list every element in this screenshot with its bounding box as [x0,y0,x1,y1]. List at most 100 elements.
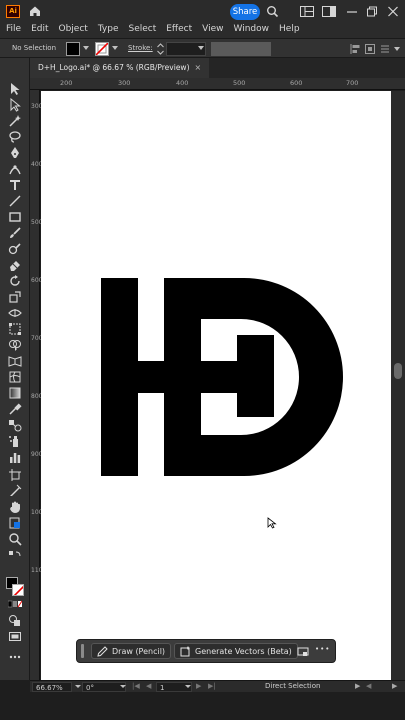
line-segment-tool-icon[interactable] [8,194,22,208]
curvature-tool-icon[interactable] [8,162,22,176]
tools-panel [0,58,30,680]
pen-tool-icon[interactable] [8,146,22,160]
gradient-tool-icon[interactable] [8,386,22,400]
menu-effect[interactable]: Effect [161,22,197,36]
status-menu-arrow-icon[interactable]: ▶ [355,682,360,690]
magic-wand-tool-icon[interactable] [8,114,22,128]
workspace-switcher-icon[interactable] [322,6,336,17]
shaper-tool-icon[interactable] [8,242,22,256]
menu-help[interactable]: Help [274,22,305,36]
vertical-ruler[interactable]: 300 400 500 600 700 800 900 1000 1100 [30,90,47,680]
selection-status: No Selection [12,44,57,52]
lasso-tool-icon[interactable] [8,130,22,144]
arrange-documents-icon[interactable] [300,6,314,17]
document-tab[interactable]: D+H_Logo.ai* @ 66.67 % (RGB/Preview) × [30,58,210,78]
eyedropper-tool-icon[interactable] [8,402,22,416]
canvas[interactable] [41,91,391,680]
stroke-weight-stepper-icon[interactable] [156,42,165,56]
pin-task-bar-icon[interactable] [297,646,309,658]
scrollbar-thumb[interactable] [394,363,402,379]
tab-close-icon[interactable]: × [195,63,202,72]
stroke-color-indicator[interactable] [12,584,24,596]
no-stroke-icon [96,43,108,55]
ruler-tick: 1000 [31,509,47,516]
share-button[interactable]: Share [230,4,260,20]
menu-select[interactable]: Select [123,22,161,36]
menu-object[interactable]: Object [54,22,93,36]
minimize-icon[interactable] [346,6,358,17]
shape-builder-tool-icon[interactable] [8,338,22,352]
color-mode-buttons-icon[interactable] [7,600,23,608]
horizontal-ruler[interactable]: 200 300 400 500 600 700 [30,78,405,90]
column-graph-tool-icon[interactable] [8,450,22,464]
draw-pencil-button[interactable]: Draw (Pencil) [91,643,172,659]
graphic-style-field[interactable] [211,42,271,56]
menu-view[interactable]: View [197,22,228,36]
screen-mode-icon[interactable] [8,630,22,644]
eraser-tool-icon[interactable] [8,258,22,272]
vertical-scrollbar[interactable] [391,91,405,680]
edit-toolbar-icon[interactable] [8,650,22,664]
menu-window[interactable]: Window [229,22,275,36]
align-icon[interactable] [350,43,362,55]
generate-vectors-button[interactable]: Generate Vectors (Beta) [174,643,298,659]
free-transform-tool-icon[interactable] [8,322,22,336]
stroke-color-swatch[interactable] [95,42,109,56]
hand-tool-icon[interactable] [8,500,22,514]
artboard-dropdown-icon[interactable] [185,685,191,688]
scroll-right-icon[interactable]: ▶ [392,682,397,690]
menu-file[interactable]: File [0,22,26,36]
slice-tool-icon[interactable] [8,484,22,498]
paintbrush-tool-icon[interactable] [8,226,22,240]
zoom-dropdown-icon[interactable] [75,685,81,688]
first-artboard-icon[interactable]: |◀ [132,682,140,690]
type-tool-icon[interactable] [8,178,22,192]
more-options-icon[interactable]: ••• [315,645,330,653]
drawing-modes-icon[interactable] [8,614,22,628]
transform-icon[interactable] [364,43,376,55]
width-tool-icon[interactable] [8,306,22,320]
print-tiling-tool-icon[interactable] [8,516,22,530]
more-options-icon[interactable] [379,43,391,55]
last-artboard-icon[interactable]: ▶| [208,682,216,690]
menu-type[interactable]: Type [93,22,124,36]
task-bar-drag-handle[interactable] [81,644,84,658]
ruler-tick: 700 [346,79,359,87]
direct-selection-tool-icon[interactable] [8,97,22,112]
swap-fill-stroke-icon[interactable] [8,550,22,560]
home-icon[interactable] [28,4,42,18]
scroll-left-icon[interactable]: ◀ [366,682,371,690]
stroke-weight-dropdown-icon[interactable] [198,46,204,50]
restore-icon[interactable] [366,6,378,17]
dh-logo-artwork[interactable] [101,278,343,476]
panel-menu-dropdown-icon[interactable] [394,47,400,51]
blend-tool-icon[interactable] [8,418,22,432]
rotation-dropdown-icon[interactable] [120,685,126,688]
fill-color-swatch[interactable] [66,42,80,56]
ruler-tick: 600 [290,79,303,87]
zoom-tool-icon[interactable] [8,532,22,546]
close-window-icon[interactable] [387,6,399,17]
scale-tool-icon[interactable] [8,290,22,304]
zoom-level-field[interactable]: 66.67% [32,682,72,692]
search-icon[interactable] [266,5,279,18]
menu-edit[interactable]: Edit [26,22,53,36]
fill-dropdown-icon[interactable] [83,46,89,50]
selection-tool-icon[interactable] [8,82,22,96]
zoom-level: 66.67% [36,684,63,692]
ruler-tick: 700 [31,335,43,342]
stroke-dropdown-icon[interactable] [112,46,118,50]
artboard[interactable] [41,91,391,680]
rotate-tool-icon[interactable] [8,274,22,288]
generate-vectors-icon [180,646,190,657]
next-artboard-icon[interactable]: ▶ [196,682,201,690]
artboard-tool-icon[interactable] [8,468,22,482]
stroke-label[interactable]: Stroke: [128,44,153,52]
mesh-tool-icon[interactable] [8,370,22,384]
rectangle-tool-icon[interactable] [8,210,22,224]
mouse-cursor-icon [267,517,277,529]
status-bar: 66.67% 0° |◀ ◀ 1 ▶ ▶| Direct Selection ▶… [30,680,405,692]
symbol-sprayer-tool-icon[interactable] [8,434,22,448]
previous-artboard-icon[interactable]: ◀ [146,682,151,690]
perspective-grid-tool-icon[interactable] [8,354,22,368]
